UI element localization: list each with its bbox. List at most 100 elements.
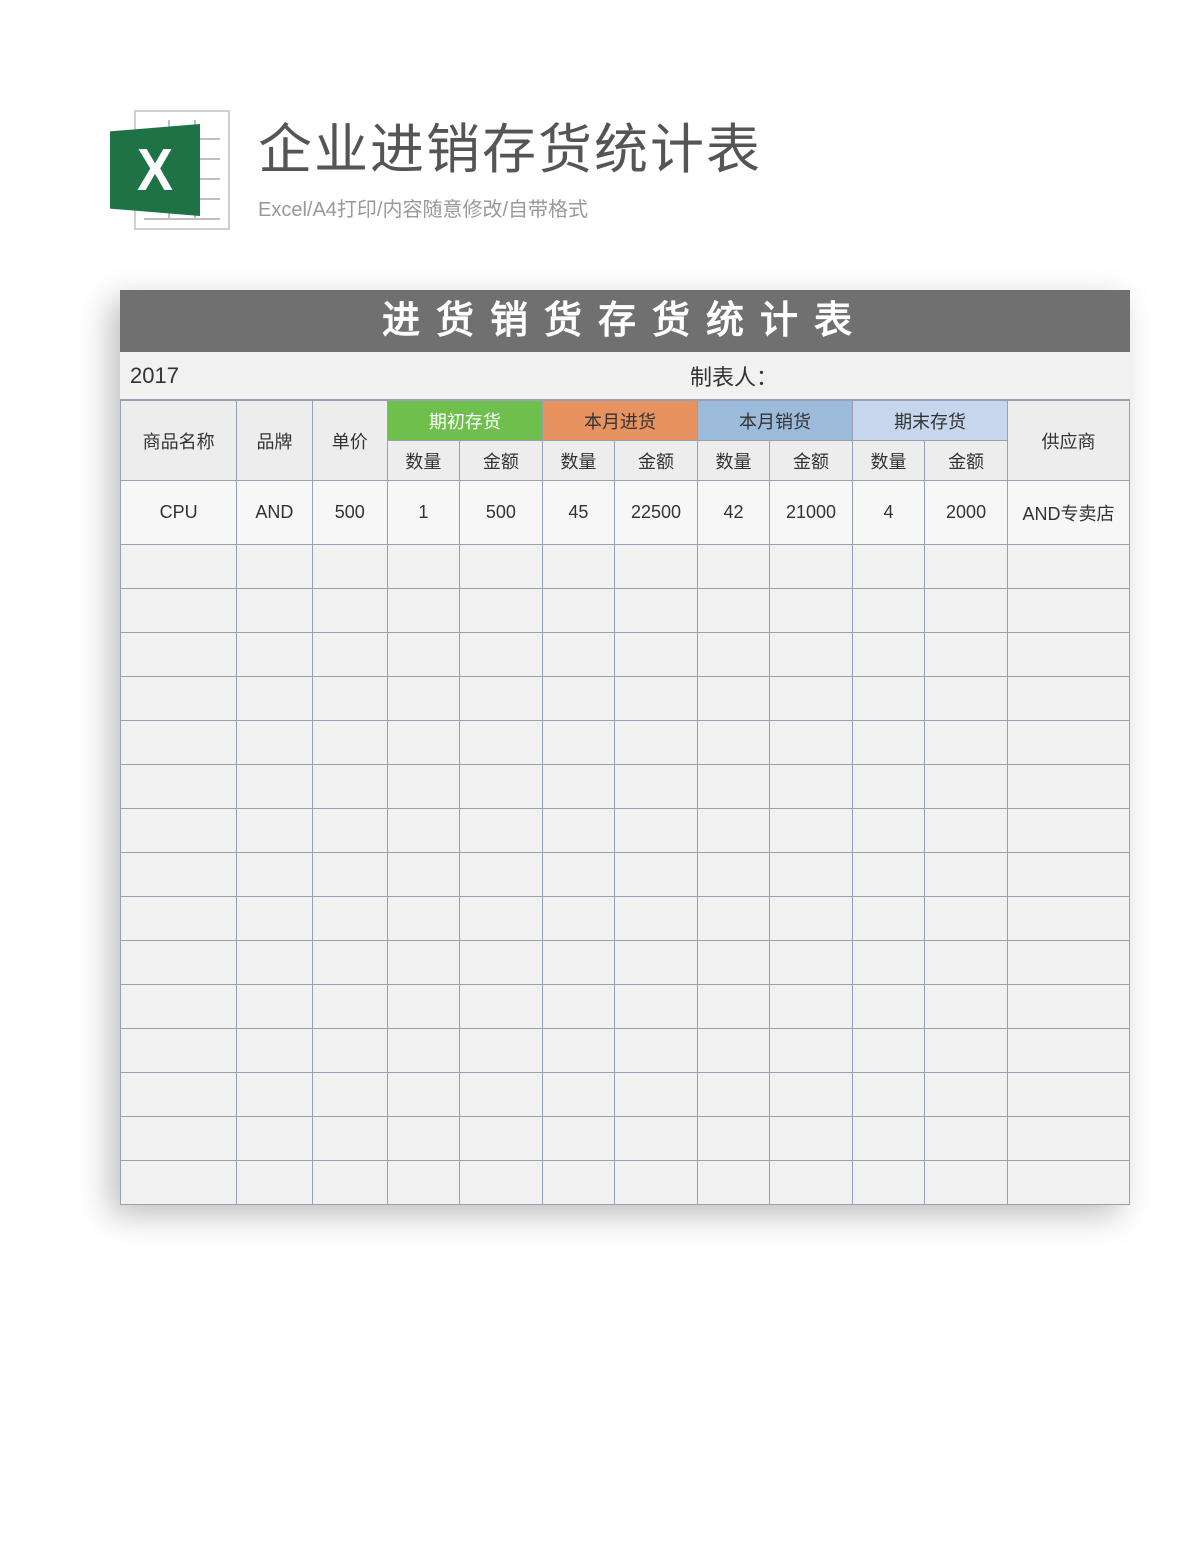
cell-g0_amt xyxy=(459,1073,542,1117)
cell-g0_amt xyxy=(459,897,542,941)
cell-g2_qty xyxy=(698,1161,770,1205)
cell-price xyxy=(312,941,387,985)
cell-g2_amt xyxy=(769,677,852,721)
cell-g0_qty xyxy=(387,765,459,809)
cell-brand: AND xyxy=(237,481,312,545)
cell-name xyxy=(121,809,237,853)
cell-g1_qty xyxy=(542,985,614,1029)
cell-g1_qty: 45 xyxy=(542,481,614,545)
cell-g0_qty xyxy=(387,721,459,765)
table-row xyxy=(121,589,1130,633)
cell-g3_amt xyxy=(925,765,1008,809)
cell-g1_qty xyxy=(542,721,614,765)
table-row xyxy=(121,765,1130,809)
cell-g0_qty: 1 xyxy=(387,481,459,545)
table-head: 商品名称 品牌 单价 期初存货 本月进货 本月销货 期末存货 供应商 数量 金额… xyxy=(121,401,1130,481)
col-amt: 金额 xyxy=(459,441,542,481)
cell-g0_amt xyxy=(459,809,542,853)
cell-name xyxy=(121,897,237,941)
cell-supplier xyxy=(1008,1161,1130,1205)
cell-g3_qty xyxy=(853,545,925,589)
cell-g3_amt xyxy=(925,1161,1008,1205)
cell-supplier xyxy=(1008,897,1130,941)
cell-g3_qty xyxy=(853,1073,925,1117)
cell-g1_qty xyxy=(542,1161,614,1205)
cell-g0_qty xyxy=(387,897,459,941)
cell-brand xyxy=(237,1161,312,1205)
cell-g1_amt xyxy=(614,721,697,765)
cell-supplier xyxy=(1008,589,1130,633)
col-group-out: 本月销货 xyxy=(698,401,853,441)
cell-g0_amt xyxy=(459,1161,542,1205)
cell-g3_amt xyxy=(925,853,1008,897)
col-group-end: 期末存货 xyxy=(853,401,1008,441)
cell-name xyxy=(121,677,237,721)
cell-supplier xyxy=(1008,545,1130,589)
table-row xyxy=(121,721,1130,765)
cell-g1_qty xyxy=(542,809,614,853)
cell-g0_qty xyxy=(387,677,459,721)
table-row xyxy=(121,545,1130,589)
cell-g3_amt xyxy=(925,897,1008,941)
table-row xyxy=(121,1029,1130,1073)
sheet-title: 进货销货存货统计表 xyxy=(120,290,1130,352)
cell-g2_qty xyxy=(698,721,770,765)
cell-g1_amt xyxy=(614,853,697,897)
table-row xyxy=(121,1073,1130,1117)
cell-g3_amt xyxy=(925,1073,1008,1117)
cell-g1_qty xyxy=(542,1073,614,1117)
info-row: 2017 制表人： xyxy=(120,352,1130,400)
cell-g0_amt xyxy=(459,1029,542,1073)
cell-g0_qty xyxy=(387,1161,459,1205)
table-body: CPUAND50015004522500422100042000AND专卖店 xyxy=(121,481,1130,1205)
col-group-initial: 期初存货 xyxy=(387,401,542,441)
cell-name xyxy=(121,545,237,589)
page-header: X 企业进销存货统计表 Excel/A4打印/内容随意修改/自带格式 xyxy=(0,0,1200,260)
page-title: 企业进销存货统计表 xyxy=(258,118,762,183)
cell-g0_amt xyxy=(459,765,542,809)
cell-g3_qty xyxy=(853,1117,925,1161)
col-amt: 金额 xyxy=(614,441,697,481)
cell-g1_qty xyxy=(542,1029,614,1073)
cell-price xyxy=(312,765,387,809)
cell-g0_amt xyxy=(459,677,542,721)
cell-name: CPU xyxy=(121,481,237,545)
cell-g3_amt xyxy=(925,809,1008,853)
cell-g2_amt xyxy=(769,721,852,765)
cell-g3_amt xyxy=(925,589,1008,633)
cell-brand xyxy=(237,589,312,633)
cell-g3_amt xyxy=(925,721,1008,765)
cell-g3_qty xyxy=(853,1161,925,1205)
cell-g0_amt xyxy=(459,721,542,765)
cell-g3_amt xyxy=(925,985,1008,1029)
cell-price xyxy=(312,1161,387,1205)
table-row: CPUAND50015004522500422100042000AND专卖店 xyxy=(121,481,1130,545)
cell-g2_amt xyxy=(769,1073,852,1117)
cell-g3_qty xyxy=(853,633,925,677)
table-row xyxy=(121,941,1130,985)
cell-g0_qty xyxy=(387,853,459,897)
cell-brand xyxy=(237,633,312,677)
cell-price xyxy=(312,1073,387,1117)
cell-price xyxy=(312,1117,387,1161)
col-amt: 金额 xyxy=(925,441,1008,481)
cell-g1_amt xyxy=(614,589,697,633)
cell-g0_qty xyxy=(387,545,459,589)
cell-g3_qty xyxy=(853,809,925,853)
cell-g0_qty xyxy=(387,1073,459,1117)
col-brand: 品牌 xyxy=(237,401,312,481)
cell-g1_amt xyxy=(614,765,697,809)
page-subtitle: Excel/A4打印/内容随意修改/自带格式 xyxy=(258,193,762,222)
table-row xyxy=(121,1117,1130,1161)
cell-g2_amt xyxy=(769,985,852,1029)
cell-g2_amt xyxy=(769,809,852,853)
cell-supplier xyxy=(1008,985,1130,1029)
cell-name xyxy=(121,1073,237,1117)
cell-g2_amt: 21000 xyxy=(769,481,852,545)
cell-g3_amt xyxy=(925,1117,1008,1161)
cell-g1_amt xyxy=(614,897,697,941)
cell-brand xyxy=(237,1117,312,1161)
cell-name xyxy=(121,721,237,765)
cell-price xyxy=(312,897,387,941)
col-qty: 数量 xyxy=(542,441,614,481)
